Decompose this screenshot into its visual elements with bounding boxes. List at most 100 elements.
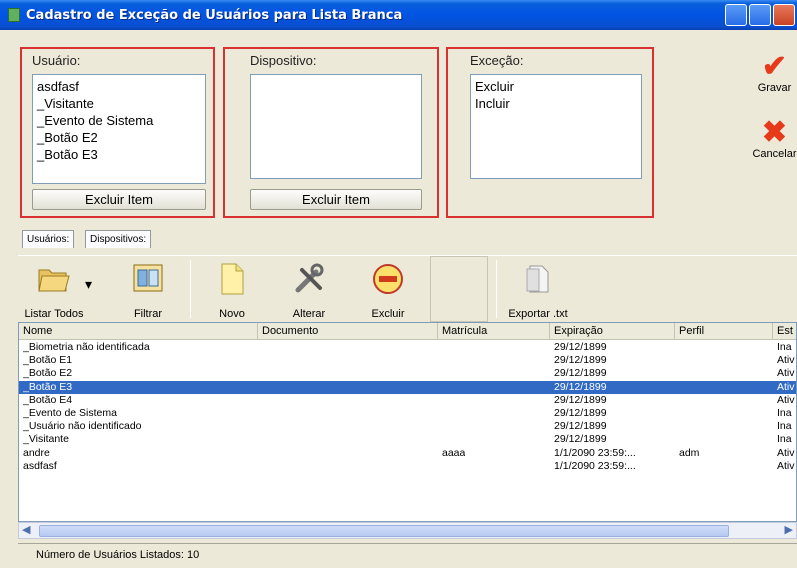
- table-cell: _Evento de Sistema: [23, 407, 117, 419]
- excecao-group: Exceção: Excluir Incluir: [446, 47, 654, 218]
- table-cell: Ina: [777, 433, 792, 446]
- table-cell: Ina: [777, 341, 792, 353]
- table-cell: _Usuário não identificado: [23, 420, 142, 433]
- table-row[interactable]: _Botão E2 29/12/1899 Ativ: [19, 367, 796, 380]
- export-txt-button[interactable]: Exportar .txt: [496, 256, 580, 322]
- list-item[interactable]: _Botão E3: [37, 146, 201, 163]
- table-cell: 29/12/1899: [554, 407, 607, 419]
- table-cell: adm: [679, 446, 700, 459]
- column-header[interactable]: Matrícula: [438, 323, 550, 340]
- list-item[interactable]: asdfasf: [37, 78, 201, 95]
- table-header: Nome Documento Matrícula Expiração Perfi…: [19, 323, 796, 340]
- filter-button[interactable]: Filtrar: [113, 256, 183, 322]
- table-row[interactable]: _Botão E4 29/12/1899 Ativ: [19, 394, 796, 407]
- users-table[interactable]: Nome Documento Matrícula Expiração Perfi…: [18, 322, 797, 522]
- scroll-thumb[interactable]: [39, 525, 729, 537]
- edit-button[interactable]: Alterar: [278, 256, 340, 322]
- table-cell: andre: [23, 446, 50, 459]
- dropdown-arrow-icon[interactable]: ▾: [85, 276, 92, 293]
- table-cell: _Biometria não identificada: [23, 341, 150, 353]
- table-cell: 29/12/1899: [554, 393, 607, 406]
- export-label: Exportar .txt: [508, 308, 568, 320]
- list-item[interactable]: Incluir: [475, 95, 637, 112]
- list-item[interactable]: Excluir: [475, 78, 637, 95]
- table-cell: Ativ: [777, 354, 795, 367]
- edit-label: Alterar: [292, 308, 326, 320]
- table-cell: 29/12/1899: [554, 380, 607, 393]
- excecao-label: Exceção:: [470, 53, 524, 68]
- status-text: Número de Usuários Listados: 10: [36, 549, 200, 561]
- dispositivo-excluir-item-button[interactable]: Excluir Item: [250, 189, 422, 210]
- empty-tool-button[interactable]: [430, 256, 488, 322]
- table-cell: 1/1/2090 23:59:...: [554, 459, 636, 472]
- table-cell: 29/12/1899: [554, 341, 607, 353]
- status-bar: Número de Usuários Listados: 10: [18, 543, 797, 565]
- filter-label: Filtrar: [133, 308, 163, 320]
- excecao-listbox[interactable]: Excluir Incluir: [470, 74, 642, 179]
- save-button[interactable]: ✔ Gravar: [752, 52, 797, 95]
- list-all-button[interactable]: ▾ Listar Todos: [18, 256, 92, 322]
- list-item[interactable]: _Botão E2: [37, 129, 201, 146]
- table-row[interactable]: _Botão E1 29/12/1899 Ativ: [19, 354, 796, 367]
- horizontal-scrollbar[interactable]: ◀ ▶: [18, 522, 797, 539]
- delete-label: Excluir: [371, 308, 405, 320]
- usuario-listbox[interactable]: asdfasf _Visitante _Evento de Sistema _B…: [32, 74, 206, 184]
- export-document-icon: [526, 265, 549, 293]
- table-cell: 1/1/2090 23:59:...: [554, 446, 636, 459]
- list-item[interactable]: _Visitante: [37, 95, 201, 112]
- tab-dispositivos[interactable]: Dispositivos:: [85, 230, 152, 248]
- table-cell: 29/12/1899: [554, 367, 607, 380]
- table-cell: Ativ: [777, 393, 795, 406]
- new-button[interactable]: Novo: [202, 256, 262, 322]
- scroll-left-icon[interactable]: ◀: [22, 523, 30, 536]
- scroll-right-icon[interactable]: ▶: [785, 523, 793, 536]
- column-header[interactable]: Nome: [19, 323, 258, 340]
- table-cell: aaaa: [442, 446, 466, 459]
- folder-open-icon: [38, 269, 70, 292]
- dispositivo-listbox[interactable]: [250, 74, 422, 179]
- toolbar: ▾ Listar Todos Filtrar Novo Alterar Excl…: [18, 255, 797, 322]
- column-header[interactable]: Expiração: [550, 323, 675, 340]
- cancel-button[interactable]: ✖ Cancelar: [752, 116, 797, 161]
- minimize-button[interactable]: [725, 4, 747, 26]
- dispositivo-group: Dispositivo: Excluir Item: [223, 47, 439, 218]
- table-row[interactable]: asdfasf 1/1/2090 23:59:... Ativ: [19, 460, 796, 473]
- table-cell: _Botão E4: [23, 393, 73, 406]
- window-title: Cadastro de Exceção de Usuários para Lis…: [26, 7, 403, 23]
- table-cell: 29/12/1899: [554, 433, 607, 446]
- title-bar: Cadastro de Exceção de Usuários para Lis…: [0, 0, 797, 30]
- table-cell: Ativ: [777, 446, 795, 459]
- maximize-button[interactable]: [749, 4, 771, 26]
- table-cell: Ina: [777, 420, 792, 433]
- save-label: Gravar: [757, 82, 792, 94]
- table-row[interactable]: _Evento de Sistema 29/12/1899 Ina: [19, 407, 796, 420]
- list-item[interactable]: _Evento de Sistema: [37, 112, 201, 129]
- x-icon: ✖: [761, 116, 788, 149]
- filter-window-icon: [133, 264, 163, 292]
- tab-usuarios[interactable]: Usuários:: [22, 230, 75, 248]
- close-button[interactable]: [773, 4, 795, 26]
- delete-button[interactable]: Excluir: [358, 256, 418, 322]
- table-row[interactable]: _Biometria não identificada 29/12/1899 Ina: [19, 341, 796, 354]
- usuario-excluir-item-button[interactable]: Excluir Item: [32, 189, 206, 210]
- column-header[interactable]: Perfil: [675, 323, 773, 340]
- table-cell: Ativ: [777, 459, 795, 472]
- minus-circle-icon: [373, 264, 403, 294]
- table-row[interactable]: _Usuário não identificado 29/12/1899 Ina: [19, 420, 796, 433]
- table-row[interactable]: andre aaaa 1/1/2090 23:59:... adm Ativ: [19, 447, 796, 460]
- table-cell: _Botão E1: [23, 354, 73, 367]
- cancel-label: Cancelar: [752, 148, 797, 160]
- table-cell: 29/12/1899: [554, 420, 607, 433]
- table-cell: _Botão E2: [23, 367, 73, 380]
- table-cell: Ativ: [777, 367, 795, 380]
- table-cell: _Visitante: [23, 433, 69, 446]
- column-header[interactable]: Est: [773, 323, 796, 340]
- list-all-label: Listar Todos: [24, 308, 84, 320]
- table-row[interactable]: _Botão E3 29/12/1899 Ativ: [19, 380, 796, 394]
- table-cell: 29/12/1899: [554, 354, 607, 367]
- column-header[interactable]: Documento: [258, 323, 438, 340]
- table-row[interactable]: _Visitante 29/12/1899 Ina: [19, 433, 796, 446]
- table-cell: _Botão E3: [23, 380, 73, 393]
- table-cell: asdfasf: [23, 459, 57, 472]
- usuario-label: Usuário:: [32, 53, 81, 68]
